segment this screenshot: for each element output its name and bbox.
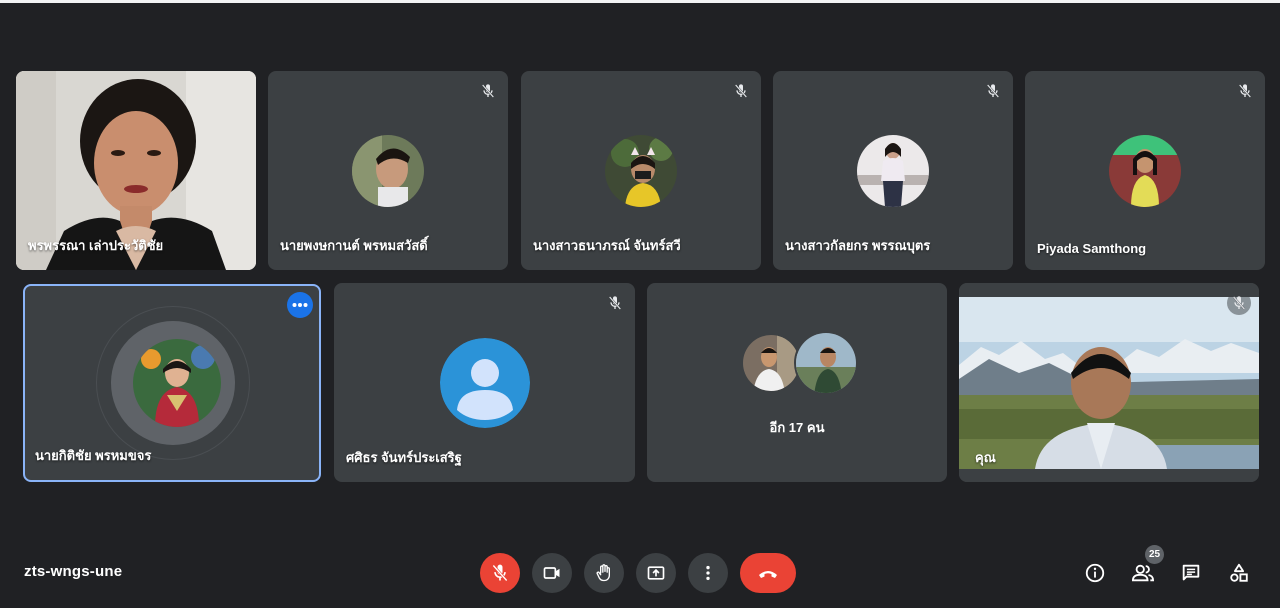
mic-toggle-button[interactable] bbox=[480, 553, 520, 593]
mic-off-icon bbox=[981, 79, 1005, 103]
avatar bbox=[352, 135, 424, 207]
raise-hand-button[interactable] bbox=[584, 553, 624, 593]
meeting-info-button[interactable] bbox=[1081, 559, 1109, 587]
participant-name: นายพงษกานต์ พรหมสวัสดิ์ bbox=[280, 238, 428, 253]
top-divider bbox=[0, 0, 1280, 3]
participant-name: คุณ bbox=[975, 450, 996, 465]
participant-tile-7[interactable]: ศศิธร จันทร์ประเสริฐ bbox=[334, 283, 635, 482]
participant-tile-3[interactable]: นางสาวธนาภรณ์ จันทร์สวี bbox=[521, 71, 761, 270]
participant-tile-1[interactable]: พรพรรณา เล่าประวัติชัย bbox=[16, 71, 256, 270]
participant-name: นางสาวธนาภรณ์ จันทร์สวี bbox=[533, 238, 681, 253]
participant-name: นางสาวกัลยกร พรรณบุตร bbox=[785, 238, 931, 253]
participant-name: พรพรรณา เล่าประวัติชัย bbox=[28, 238, 164, 253]
participant-name: ศศิธร จันทร์ประเสริฐ bbox=[346, 450, 462, 465]
mic-off-icon bbox=[729, 79, 753, 103]
mic-off-icon bbox=[492, 564, 508, 582]
participant-tile-2[interactable]: นายพงษกานต์ พรหมสวัสดิ์ bbox=[268, 71, 508, 270]
activities-icon bbox=[1230, 563, 1248, 582]
more-options-button[interactable] bbox=[688, 553, 728, 593]
avatar bbox=[741, 333, 801, 393]
present-screen-icon bbox=[647, 566, 665, 580]
participant-tile-6[interactable]: นายกิติชัย พรหมขจร bbox=[23, 284, 321, 482]
more-options-button[interactable] bbox=[287, 292, 313, 318]
meeting-code: zts-wngs-une bbox=[24, 563, 123, 580]
chat-icon bbox=[1182, 564, 1200, 581]
people-icon bbox=[1131, 564, 1155, 582]
info-icon bbox=[1085, 563, 1105, 583]
participant-tile-5[interactable]: Piyada Samthong bbox=[1025, 71, 1265, 270]
participant-name: Piyada Samthong bbox=[1037, 241, 1147, 256]
more-participants-tile[interactable]: อีก 17 คน bbox=[647, 283, 947, 482]
more-vert-icon bbox=[706, 565, 710, 581]
participant-tile-4[interactable]: นางสาวกัลยกร พรรณบุตร bbox=[773, 71, 1013, 270]
video-camera-icon bbox=[543, 567, 560, 579]
activities-button[interactable] bbox=[1225, 559, 1253, 587]
avatar bbox=[605, 135, 677, 207]
chat-button[interactable] bbox=[1177, 559, 1205, 587]
avatar bbox=[133, 339, 221, 427]
avatar bbox=[794, 331, 858, 395]
present-screen-button[interactable] bbox=[636, 553, 676, 593]
avatar bbox=[857, 135, 929, 207]
mic-off-icon bbox=[476, 79, 500, 103]
leave-call-button[interactable] bbox=[740, 553, 796, 593]
self-video-background bbox=[959, 283, 1259, 482]
participants-count-badge: 25 bbox=[1145, 545, 1164, 564]
camera-toggle-button[interactable] bbox=[532, 553, 572, 593]
mic-off-icon bbox=[1233, 79, 1257, 103]
more-participants-label: อีก 17 คน bbox=[769, 420, 825, 435]
participant-name: นายกิติชัย พรหมขจร bbox=[35, 448, 152, 463]
default-avatar-icon bbox=[440, 338, 530, 428]
mic-off-icon bbox=[1227, 291, 1251, 315]
mic-off-icon bbox=[603, 291, 627, 315]
raise-hand-icon bbox=[596, 564, 610, 582]
participant-tile-self[interactable]: คุณ bbox=[959, 283, 1259, 482]
hang-up-icon bbox=[759, 571, 777, 578]
more-horiz-icon bbox=[292, 303, 308, 307]
avatar bbox=[1109, 135, 1181, 207]
